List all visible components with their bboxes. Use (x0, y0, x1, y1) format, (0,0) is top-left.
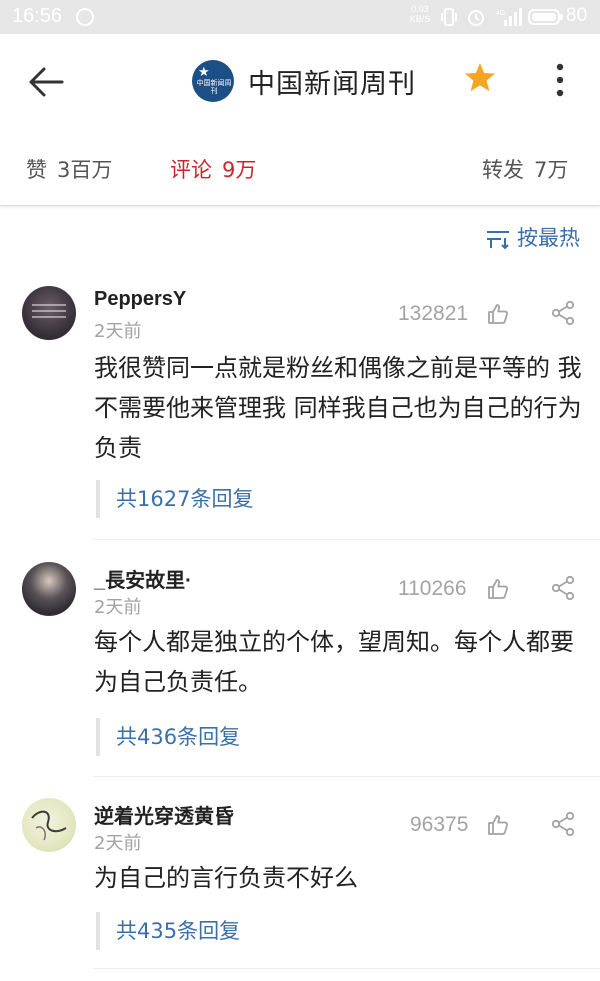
sort-label: 按最热 (517, 226, 580, 250)
battery-level: 80 (566, 5, 588, 26)
avatar[interactable] (22, 562, 76, 616)
tab-comments[interactable]: 评论 9万 (170, 154, 256, 184)
like-count: 110266 (398, 577, 467, 600)
notification-icon (76, 8, 94, 26)
reposts-count: 7万 (534, 158, 569, 182)
svg-text:4G: 4G (496, 10, 505, 17)
account-title[interactable]: 中国新闻周刊 (248, 62, 416, 101)
sort-by-hot-button[interactable]: 按最热 (485, 222, 580, 250)
status-bar: 16:56 0.03 KB/S 4G 80 (0, 0, 600, 34)
thumbs-up-icon[interactable] (486, 813, 510, 837)
divider (94, 539, 600, 540)
avatar[interactable] (22, 798, 76, 852)
divider (94, 968, 600, 969)
comment-time: 2天前 (94, 321, 142, 342)
tab-reposts[interactable]: 转发 7万 (482, 154, 568, 184)
divider (94, 776, 600, 777)
comment-text: 为自己的言行负责不好么 (94, 864, 358, 892)
stats-bar: 赞 3百万 评论 9万 转发 7万 (0, 126, 600, 206)
comment-text: 每个人都是独立的个体，望周知。每个人都要为自己负责任。 (94, 628, 574, 696)
logo-star-icon: ★ (198, 65, 210, 80)
logo-text: 中国新闻周刊 (196, 79, 232, 95)
like-count: 132821 (398, 302, 469, 325)
likes-count: 3百万 (57, 158, 113, 182)
sort-icon (487, 231, 509, 250)
signal-icon: 4G (496, 8, 522, 26)
view-replies-link[interactable]: 共436条回复 (96, 718, 240, 756)
comment-time: 2天前 (94, 833, 142, 854)
like-count: 96375 (410, 813, 469, 836)
comment-username[interactable]: _長安故里· (94, 564, 192, 593)
favorite-star-icon[interactable] (462, 60, 498, 96)
comment-text: 我很赞同一点就是粉丝和偶像之前是平等的 我不需要他来管理我 同样我自己也为自己的… (94, 354, 582, 462)
avatar-illustration (31, 810, 67, 841)
share-icon[interactable] (550, 300, 576, 326)
thumbs-up-icon[interactable] (486, 302, 510, 326)
comment-username[interactable]: PeppersY (94, 288, 186, 311)
tab-likes[interactable]: 赞 3百万 (26, 154, 112, 184)
battery-icon (528, 9, 563, 25)
status-time: 16:56 (12, 5, 63, 27)
alarm-icon (468, 10, 484, 26)
vibrate-icon (441, 8, 457, 26)
view-replies-link[interactable]: 共435条回复 (96, 912, 240, 950)
comment-time: 2天前 (94, 597, 142, 618)
thumbs-up-icon[interactable] (486, 577, 510, 601)
share-icon[interactable] (550, 575, 576, 601)
more-options-icon[interactable] (546, 60, 574, 100)
back-arrow-icon[interactable] (24, 62, 68, 102)
avatar[interactable] (22, 286, 76, 340)
app-header: ★ 中国新闻周刊 中国新闻周刊 (0, 34, 600, 126)
account-logo[interactable]: ★ 中国新闻周刊 (192, 60, 234, 102)
comment-username[interactable]: 逆着光穿透黄昏 (94, 800, 234, 829)
view-replies-link[interactable]: 共1627条回复 (96, 480, 253, 518)
network-speed: 0.03 KB/S (409, 4, 431, 24)
comments-count: 9万 (222, 158, 257, 182)
share-icon[interactable] (550, 811, 576, 837)
